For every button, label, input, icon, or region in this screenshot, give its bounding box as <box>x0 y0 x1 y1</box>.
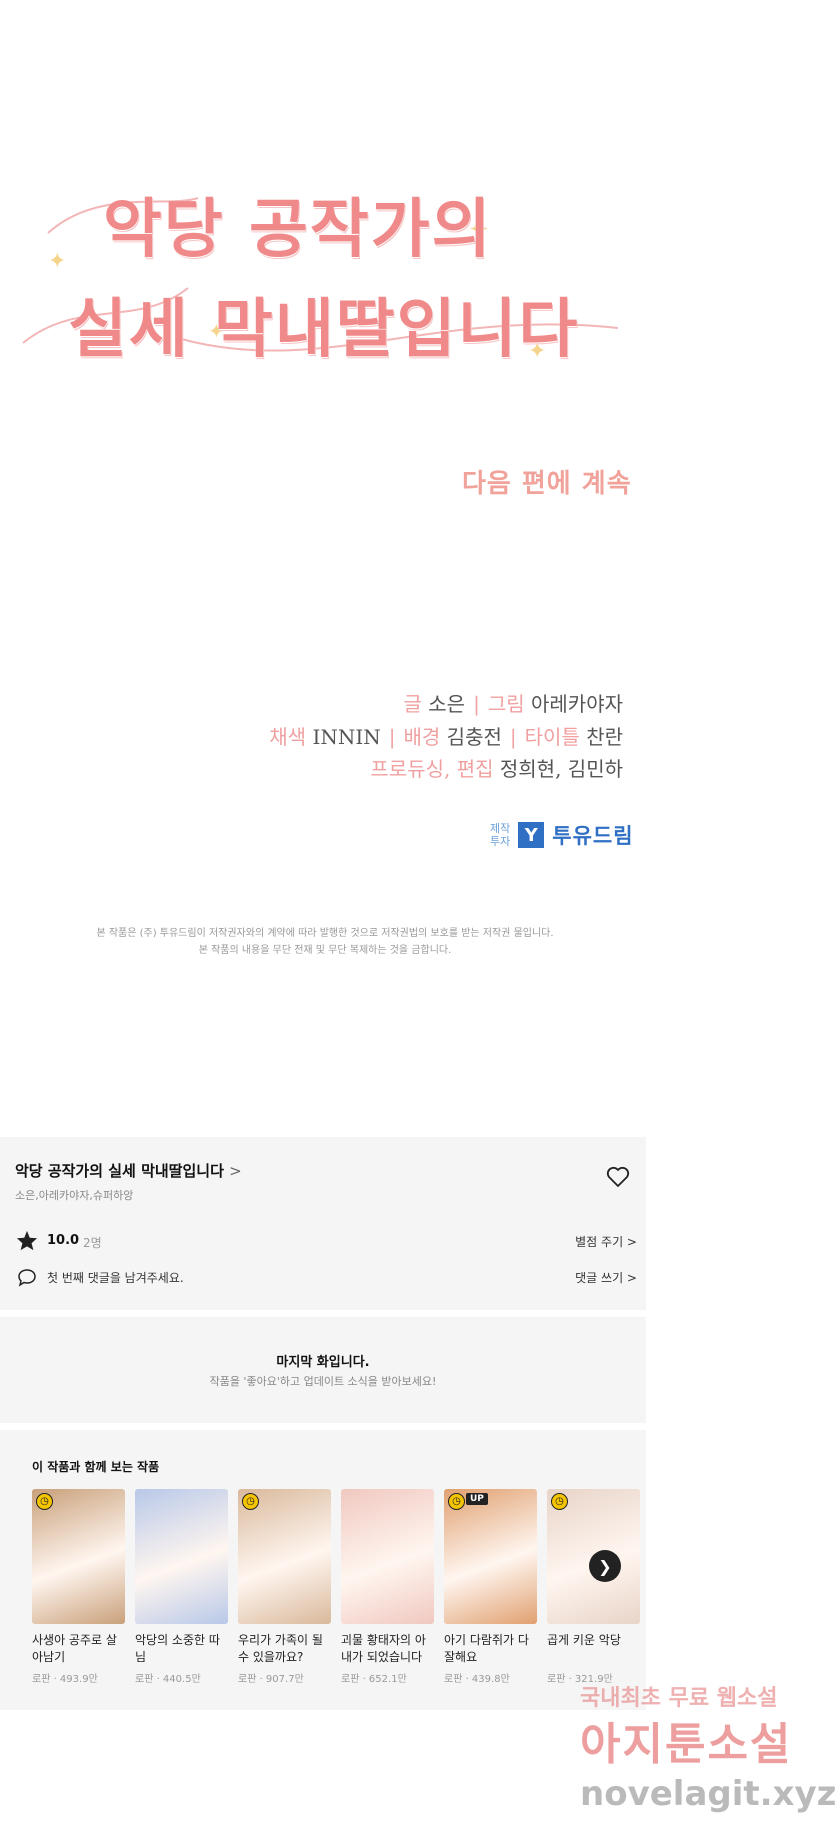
last-episode-title: 마지막 화입니다. <box>276 1355 370 1370</box>
series-title-link[interactable]: 악당 공작가의 실세 막내딸입니다 > <box>15 1160 242 1181</box>
credit-name: 찬란 <box>586 725 623 749</box>
watermark-line-3: novelagit.xyz <box>580 1774 837 1814</box>
recommendation-card[interactable]: ◷ 사생아 공주로 살아남기로판 · 493.9만 <box>32 1489 125 1685</box>
cover-thumbnail[interactable] <box>135 1489 228 1624</box>
recommendations-heading: 이 작품과 함께 보는 작품 <box>32 1460 160 1474</box>
credit-role: 그림 <box>487 692 525 716</box>
producer-name: 투유드림 <box>552 824 634 848</box>
clock-icon: ◷ <box>448 1493 465 1510</box>
comment-prompt: 첫 번째 댓글을 남겨주세요. <box>47 1271 184 1285</box>
credit-name: 김충전 <box>446 725 502 749</box>
credit-role: 타이틀 <box>524 725 580 749</box>
chevron-right-icon: > <box>229 1162 242 1180</box>
last-episode-panel <box>0 1317 646 1423</box>
series-authors: 소은,아레카야자,슈퍼하앙 <box>15 1189 134 1202</box>
rating-value: 10.0 <box>47 1233 80 1248</box>
card-title: 사생아 공주로 살아남기 <box>32 1633 117 1664</box>
producer-label-bottom: 투자 <box>490 835 511 848</box>
credit-role: 배경 <box>403 725 441 749</box>
rate-button[interactable]: 별점 주기 > <box>575 1233 637 1250</box>
up-badge: UP <box>466 1493 488 1505</box>
card-title: 악당의 소중한 따님 <box>135 1633 220 1664</box>
title-line-1: 악당 공작가의 <box>103 192 493 267</box>
card-title: 우리가 가족이 될 수 있을까요? <box>238 1633 323 1664</box>
to-be-continued-text: 다음 편에 계속 <box>462 469 632 499</box>
watermark-line-2: 아지툰소설 <box>580 1719 793 1770</box>
series-title-art: ✦ ✦ ✦ ✦ 악당 공작가의 실세 막내딸입니다 <box>18 178 638 428</box>
cover-thumbnail[interactable]: ◷ <box>238 1489 331 1624</box>
recommendation-card[interactable]: ◷ 곱게 키운 악당 로판 · 321.9만 <box>547 1489 640 1685</box>
card-meta: 로판 · 440.5만 <box>135 1674 201 1685</box>
clock-icon: ◷ <box>551 1493 568 1510</box>
recommendation-list: ◷ 사생아 공주로 살아남기로판 · 493.9만 악당의 소중한 따님로판 · 4… <box>32 1489 640 1685</box>
rating-count: 2명 <box>83 1236 102 1250</box>
write-comment-button[interactable]: 댓글 쓰기 > <box>575 1269 637 1286</box>
copyright-line-2: 본 작품의 내용을 무단 전재 및 무단 복제하는 것을 금합니다. <box>198 945 452 956</box>
last-episode-subtitle: 작품을 '좋아요'하고 업데이트 소식을 받아보세요! <box>209 1375 437 1388</box>
credit-name: 아레카야자 <box>531 692 623 716</box>
series-title: 악당 공작가의 실세 막내딸입니다 <box>15 1162 224 1180</box>
cover-thumbnail[interactable]: ◷ <box>32 1489 125 1624</box>
producer-credit: 제작 투자 Y 투유드림 <box>490 820 634 850</box>
recommendation-card[interactable]: ◷ 우리가 가족이 될 수 있을까요? 로판 · 907.7만 <box>238 1489 331 1685</box>
credit-role: 프로듀싱, 편집 <box>370 757 494 781</box>
card-title: 곱게 키운 악당 <box>547 1633 621 1647</box>
card-title: 아기 다람쥐가 다 잘해요 <box>444 1633 529 1664</box>
copyright-line-1: 본 작품은 (주) 투유드림이 저작권자와의 계약에 따라 발행한 것으로 저작… <box>96 928 554 939</box>
credits-line-1: 글 소은 | 그림 아레카야자 <box>403 692 624 716</box>
clock-icon: ◷ <box>242 1493 259 1510</box>
watermark: 국내최초 무료 웹소설 아지툰소설 novelagit.xyz <box>580 1680 837 1814</box>
credit-name: INNIN <box>312 725 381 749</box>
credit-role: 채색 <box>269 725 307 749</box>
speech-bubble-icon <box>17 1268 37 1291</box>
producer-label-top: 제작 <box>490 822 511 835</box>
star-icon <box>16 1230 38 1255</box>
recommendation-card[interactable]: ◷ UP 아기 다람쥐가 다 잘해요로판 · 439.8만 <box>444 1489 537 1685</box>
recommendation-card[interactable]: 괴물 황태자의 아내가 되었습니다로판 · 652.1만 <box>341 1489 434 1685</box>
copyright-notice: 본 작품은 (주) 투유드림이 저작권자와의 계약에 따라 발행한 것으로 저작… <box>60 925 590 959</box>
card-meta: 로판 · 439.8만 <box>444 1674 510 1685</box>
credits-line-3: 프로듀싱, 편집 정희현, 김민하 <box>370 753 623 782</box>
cover-thumbnail[interactable] <box>341 1489 434 1624</box>
card-title: 괴물 황태자의 아내가 되었습니다 <box>341 1633 426 1664</box>
svg-text:✦: ✦ <box>48 249 66 274</box>
heart-icon[interactable] <box>606 1166 630 1192</box>
credit-name: 정희현, 김민하 <box>499 757 623 781</box>
cover-thumbnail[interactable]: ◷ UP <box>444 1489 537 1624</box>
credit-role: 글 <box>403 692 422 716</box>
recommendation-card[interactable]: 악당의 소중한 따님로판 · 440.5만 <box>135 1489 228 1685</box>
clock-icon: ◷ <box>36 1493 53 1510</box>
producer-label: 제작 투자 <box>490 822 510 848</box>
credit-name: 소은 <box>428 692 466 716</box>
producer-logo-icon: Y <box>518 822 545 848</box>
credits-line-2: 채색 INNIN | 배경 김충전 | 타이틀 찬란 <box>269 725 623 749</box>
title-line-2: 실세 막내딸입니다 <box>68 292 580 367</box>
card-meta: 로판 · 652.1만 <box>341 1674 407 1685</box>
card-meta: 로판 · 493.9만 <box>32 1674 98 1685</box>
card-meta: 로판 · 907.7만 <box>238 1674 304 1685</box>
chevron-right-icon[interactable]: ❯ <box>589 1550 621 1582</box>
